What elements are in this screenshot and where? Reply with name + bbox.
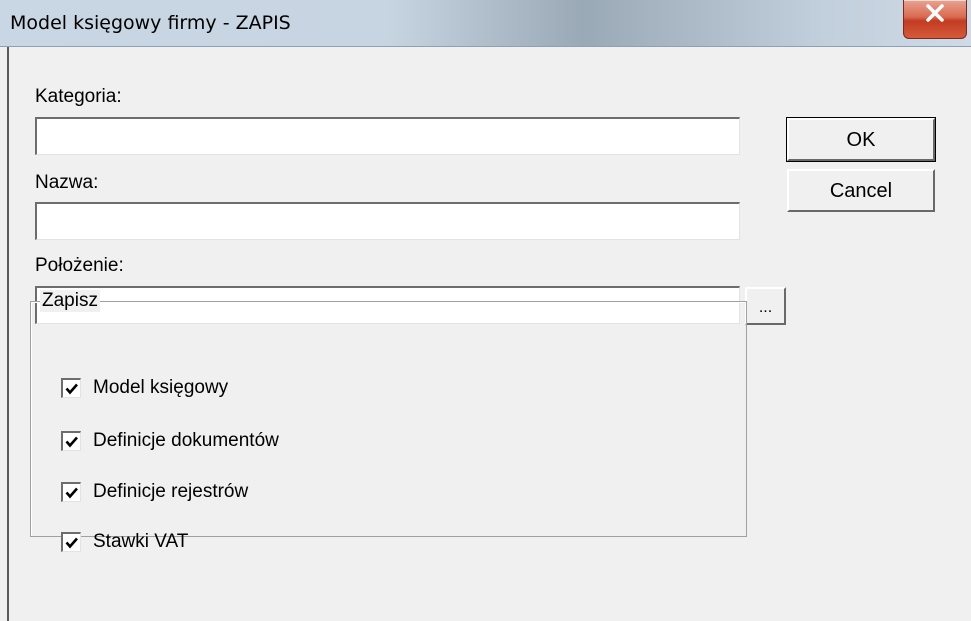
kategoria-label: Kategoria: — [35, 86, 122, 107]
ok-button[interactable]: OK — [786, 117, 936, 162]
checkmark-icon — [65, 537, 78, 549]
group-caption: Zapisz — [40, 290, 100, 312]
checkbox[interactable] — [61, 532, 81, 552]
checkmark-icon — [65, 436, 78, 448]
close-icon — [926, 4, 944, 22]
checkbox-label: Definicje rejestrów — [93, 481, 249, 502]
browse-button[interactable]: ... — [745, 287, 786, 325]
checkbox[interactable] — [61, 378, 81, 398]
checkbox[interactable] — [61, 431, 81, 451]
polozenie-label: Położenie: — [35, 255, 124, 276]
nazwa-label: Nazwa: — [35, 172, 99, 193]
checkbox-label: Definicje dokumentów — [93, 430, 279, 451]
checkbox-label: Stawki VAT — [93, 531, 189, 552]
checkmark-icon — [65, 383, 78, 395]
checkbox-label: Model księgowy — [93, 377, 229, 398]
cancel-button[interactable]: Cancel — [787, 169, 935, 212]
title-bar[interactable]: Model księgowy firmy - ZAPIS — [0, 0, 971, 47]
checkbox[interactable] — [61, 482, 81, 502]
checkmark-icon — [65, 487, 78, 499]
kategoria-input[interactable] — [35, 117, 740, 155]
nazwa-input[interactable] — [35, 202, 740, 240]
window-title: Model księgowy firmy - ZAPIS — [10, 12, 291, 34]
close-button[interactable] — [903, 0, 967, 39]
